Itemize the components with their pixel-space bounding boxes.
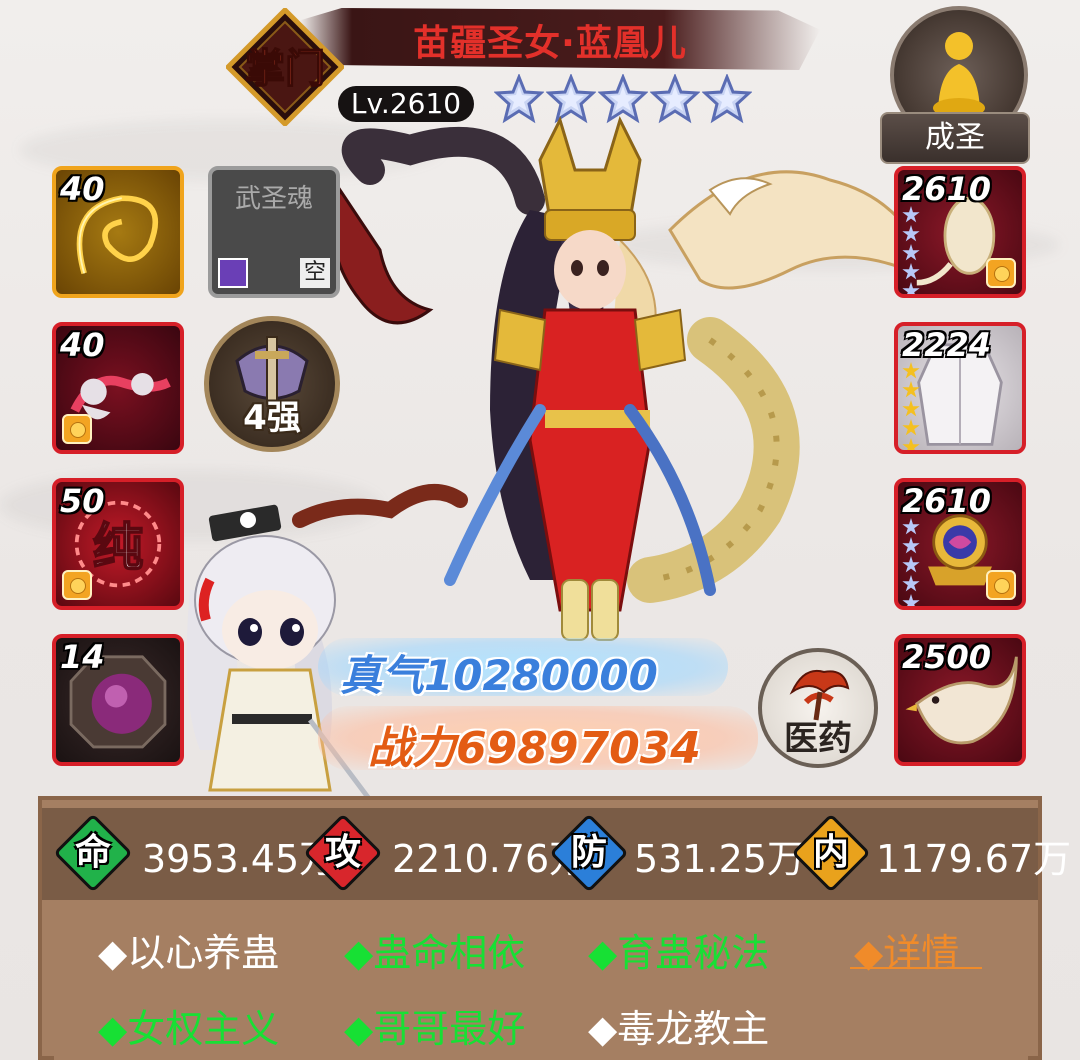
strengthen-button[interactable]: 4强: [204, 316, 340, 452]
martial-soul-slot[interactable]: 武圣魂 空: [208, 166, 340, 298]
strength-label: 4强: [243, 398, 301, 438]
slot-level: 14: [60, 638, 105, 676]
equipment-slot[interactable]: 40: [52, 166, 184, 298]
coin-badge-icon: [986, 570, 1016, 600]
rank-badge-icon: 掌门: [226, 8, 344, 126]
attribute-char: 内: [812, 832, 849, 873]
defense-icon: 防: [549, 813, 629, 893]
hero-name: 苗疆圣女·蓝凰儿: [413, 23, 687, 64]
slot-level: 2610: [902, 170, 992, 208]
equipment-slot[interactable]: 2500: [894, 634, 1026, 766]
equipment-slot[interactable]: 2224: [894, 322, 1026, 454]
slot-level: 2500: [902, 638, 992, 676]
slot-level: 40: [60, 170, 105, 208]
details-underline: [850, 967, 982, 969]
equipment-slot[interactable]: 2610: [894, 478, 1026, 610]
svg-text:纯: 纯: [93, 518, 144, 577]
martial-soul-label: 武圣魂: [234, 184, 313, 214]
health-icon: 命: [53, 813, 133, 893]
attribute-value: 531.25万: [634, 837, 805, 881]
gem-icon: [218, 258, 248, 288]
attribute-char: 命: [74, 832, 111, 873]
star-column: [902, 518, 920, 606]
attribute-char: 防: [570, 832, 607, 873]
skill-item: ◆女权主义: [98, 1007, 280, 1051]
coin-badge-icon: [62, 570, 92, 600]
equipment-slot[interactable]: 2610: [894, 166, 1026, 298]
medicine-label: 医药: [784, 719, 852, 759]
skill-item: ◆育蛊秘法: [588, 931, 770, 975]
qi-value: 真气10280000: [340, 651, 658, 700]
attack-icon: 攻: [303, 813, 383, 893]
skill-item: ◆毒龙教主: [588, 1007, 770, 1051]
inner-power-icon: 内: [791, 813, 871, 893]
coin-badge-icon: [62, 414, 92, 444]
star-column: [902, 206, 920, 294]
coin-badge-icon: [986, 258, 1016, 288]
skill-item: ◆以心养蛊: [98, 931, 280, 975]
slot-level: 40: [60, 326, 105, 364]
hero-portrait: [292, 115, 930, 641]
skill-item: ◆哥哥最好: [344, 1007, 526, 1051]
star-column: [902, 362, 920, 450]
skill-item: ◆蛊命相依: [344, 931, 526, 975]
attribute-value: 1179.67万: [876, 837, 1072, 881]
slot-level: 2224: [902, 326, 992, 364]
rank-badge-text: 掌门: [245, 46, 325, 92]
empty-tag: 空: [300, 258, 330, 288]
slot-level: 50: [60, 482, 105, 520]
attribute-char: 攻: [324, 832, 361, 873]
slot-level: 2610: [902, 482, 992, 520]
medicine-button[interactable]: 医药: [758, 648, 878, 768]
equipment-slot[interactable]: 40: [52, 322, 184, 454]
power-value: 战力69897034: [368, 723, 701, 774]
